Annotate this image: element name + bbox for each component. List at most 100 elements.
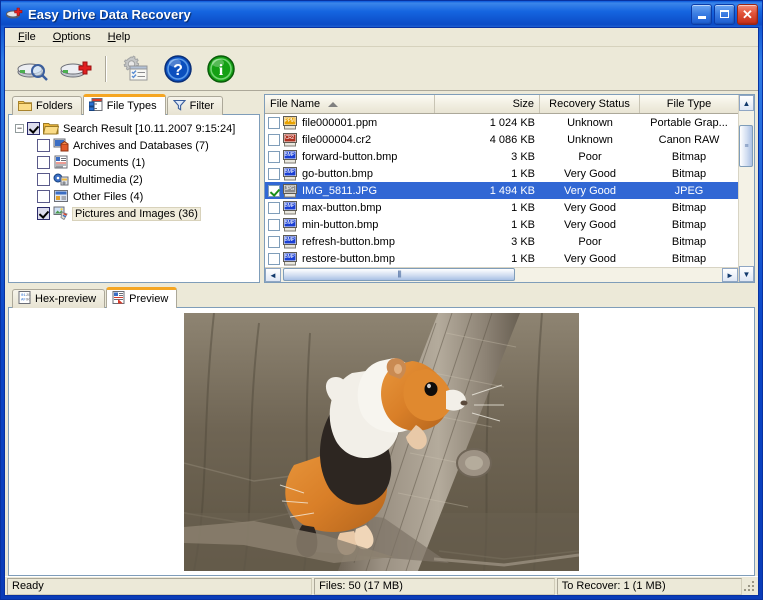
toolbar: ? i <box>5 47 758 91</box>
scan-drive-button[interactable] <box>13 51 53 87</box>
funnel-icon <box>173 99 186 114</box>
column-header-file-name-label: File Name <box>270 98 320 110</box>
documents-checkbox[interactable] <box>37 156 50 169</box>
table-row[interactable]: PPMfile000001.ppm1 024 KBUnknownPortable… <box>265 114 738 131</box>
cell-file-name: PPMfile000001.ppm <box>265 116 435 130</box>
vscroll-up-button[interactable]: ▲ <box>739 95 754 111</box>
help-button[interactable]: ? <box>158 51 198 87</box>
bmp-file-icon: BMP <box>283 218 298 232</box>
archives-checkbox[interactable] <box>37 139 50 152</box>
toolbar-separator <box>105 56 106 82</box>
top-split: Folders File Types Filter <box>5 91 758 283</box>
cell-file-name: BMPmax-button.bmp <box>265 201 435 215</box>
row-checkbox[interactable] <box>268 253 280 265</box>
column-header-size[interactable]: Size <box>435 95 540 113</box>
row-checkbox[interactable] <box>268 168 280 180</box>
jpg-file-icon: JPG <box>283 184 298 198</box>
client-area: File Options Help <box>4 27 759 596</box>
tab-preview-label: Preview <box>129 293 168 305</box>
table-row[interactable]: BMPrefresh-button.bmp3 KBPoorBitmap <box>265 233 738 250</box>
pictures-checkbox[interactable] <box>37 207 50 220</box>
tab-preview[interactable]: Preview <box>106 287 177 308</box>
cell-recovery-status: Very Good <box>540 253 640 265</box>
add-drive-button[interactable] <box>56 51 96 87</box>
row-checkbox[interactable] <box>268 117 280 129</box>
pictures-icon <box>53 206 69 221</box>
tab-filter[interactable]: Filter <box>167 96 223 115</box>
multimedia-checkbox[interactable] <box>37 173 50 186</box>
table-row[interactable]: CR2file000004.cr24 086 KBUnknownCanon RA… <box>265 131 738 148</box>
vscroll-track[interactable]: ≡ <box>739 111 754 266</box>
file-list-hscrollbar[interactable]: ◄ |||| ► <box>265 267 738 282</box>
vscroll-thumb[interactable]: ≡ <box>739 125 753 167</box>
cell-recovery-status: Very Good <box>540 185 640 197</box>
tab-filter-label: Filter <box>190 100 214 112</box>
table-row[interactable]: BMPrestore-button.bmp1 KBVery GoodBitmap <box>265 250 738 267</box>
tree-item-archives[interactable]: Archives and Databases (7) <box>15 137 256 154</box>
collapse-icon[interactable]: − <box>15 124 24 133</box>
column-header-recovery-status[interactable]: Recovery Status <box>540 95 640 113</box>
row-checkbox[interactable] <box>268 236 280 248</box>
tree-item-multimedia[interactable]: Multimedia (2) <box>15 171 256 188</box>
file-list-rows: PPMfile000001.ppm1 024 KBUnknownPortable… <box>265 114 738 267</box>
hscroll-left-button[interactable]: ◄ <box>265 268 281 282</box>
minimize-button[interactable] <box>691 4 712 25</box>
sort-ascending-icon <box>328 102 338 107</box>
window-controls: ✕ <box>691 4 760 25</box>
tree-item-documents[interactable]: Documents (1) <box>15 154 256 171</box>
close-button[interactable]: ✕ <box>737 4 758 25</box>
other-files-checkbox[interactable] <box>37 190 50 203</box>
tab-file-types-label: File Types <box>107 100 157 112</box>
hscroll-right-button[interactable]: ► <box>722 268 738 282</box>
cell-file-type: Bitmap <box>640 236 738 248</box>
menu-bar: File Options Help <box>5 28 758 47</box>
table-row[interactable]: BMPmin-button.bmp1 KBVery GoodBitmap <box>265 216 738 233</box>
cell-file-type: Bitmap <box>640 219 738 231</box>
file-name-text: forward-button.bmp <box>302 151 397 163</box>
tab-folders[interactable]: Folders <box>12 96 82 115</box>
row-checkbox[interactable] <box>268 134 280 146</box>
resize-grip-icon[interactable] <box>742 579 756 593</box>
svg-text:9C: 9C <box>26 299 31 303</box>
tab-file-types[interactable]: File Types <box>83 94 166 115</box>
root-checkbox[interactable] <box>27 122 40 135</box>
column-header-file-name[interactable]: File Name <box>265 95 435 113</box>
menu-file[interactable]: File <box>11 29 43 45</box>
menu-file-label: ile <box>25 31 36 43</box>
tab-hex-preview[interactable]: 01AF2B9C Hex-preview <box>12 289 105 308</box>
file-name-text: IMG_5811.JPG <box>302 185 377 197</box>
preview-viewport <box>8 307 755 576</box>
about-button[interactable]: i <box>201 51 241 87</box>
hscroll-thumb[interactable]: |||| <box>283 268 515 281</box>
row-checkbox[interactable] <box>268 185 280 197</box>
table-row[interactable]: BMPforward-button.bmp3 KBPoorBitmap <box>265 148 738 165</box>
vscroll-down-button[interactable]: ▼ <box>739 266 754 282</box>
tree-root-node[interactable]: − Search Result [10.11.2007 9:15:24] <box>15 120 256 137</box>
menu-help-label: elp <box>116 31 131 43</box>
application-window: Easy Drive Data Recovery ✕ File Options … <box>0 0 763 600</box>
options-button[interactable] <box>115 51 155 87</box>
row-checkbox[interactable] <box>268 151 280 163</box>
column-header-file-type[interactable]: File Type <box>640 95 738 113</box>
row-checkbox[interactable] <box>268 202 280 214</box>
maximize-button[interactable] <box>714 4 735 25</box>
table-row[interactable]: JPGIMG_5811.JPG1 494 KBVery GoodJPEG <box>265 182 738 199</box>
hscroll-track[interactable]: |||| <box>281 268 722 282</box>
cell-size: 4 086 KB <box>435 134 540 146</box>
column-header-recovery-status-label: Recovery Status <box>549 98 630 110</box>
tree-item-other-files[interactable]: Other Files (4) <box>15 188 256 205</box>
table-row[interactable]: BMPgo-button.bmp1 KBVery GoodBitmap <box>265 165 738 182</box>
file-list-vscrollbar[interactable]: ▲ ≡ ▼ <box>738 95 754 282</box>
table-row[interactable]: BMPmax-button.bmp1 KBVery GoodBitmap <box>265 199 738 216</box>
menu-help[interactable]: Help <box>101 29 138 45</box>
tab-hex-preview-label: Hex-preview <box>35 293 96 305</box>
row-checkbox[interactable] <box>268 219 280 231</box>
preview-panel: 01AF2B9C Hex-preview Preview <box>5 283 758 576</box>
tree-root-label: Search Result [10.11.2007 9:15:24] <box>63 123 235 135</box>
right-arrow-icon: ► <box>726 271 734 280</box>
preview-tab-strip: 01AF2B9C Hex-preview Preview <box>8 287 755 308</box>
menu-options[interactable]: Options <box>46 29 98 45</box>
file-list-frame: File Name Size Recovery Status File Type… <box>264 94 755 283</box>
tree-item-pictures[interactable]: Pictures and Images (36) <box>15 205 256 222</box>
cell-size: 3 KB <box>435 151 540 163</box>
